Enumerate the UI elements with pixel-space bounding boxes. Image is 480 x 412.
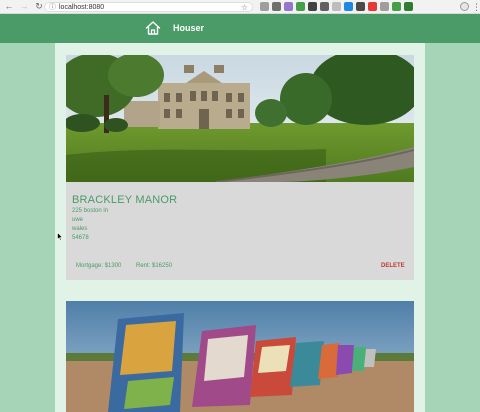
address-street: 225 boston ln xyxy=(72,208,109,214)
property-photo xyxy=(66,301,414,412)
delete-button[interactable]: DELETE xyxy=(381,263,405,270)
arrow-right-icon[interactable]: → xyxy=(18,1,30,13)
app-header: Houser xyxy=(0,14,480,43)
listing-title: BRACKLEY MANOR xyxy=(72,194,178,206)
info-icon[interactable]: ⓘ xyxy=(49,4,56,11)
listing-details: BRACKLEY MANOR 225 boston ln uwe wales 5… xyxy=(66,182,414,280)
extension-icon[interactable] xyxy=(308,2,317,11)
extension-icon[interactable] xyxy=(320,2,329,11)
extension-icon[interactable] xyxy=(344,2,353,11)
extensions-toolbar xyxy=(260,2,413,11)
home-icon[interactable] xyxy=(145,20,161,36)
extension-icon[interactable] xyxy=(272,2,281,11)
address-zip: 54678 xyxy=(72,235,89,241)
profile-icon[interactable] xyxy=(460,2,469,11)
mouse-cursor-icon xyxy=(57,232,63,241)
listing-card: BRACKLEY MANOR 225 boston ln uwe wales 5… xyxy=(66,55,414,280)
menu-icon[interactable]: ⋮ xyxy=(472,1,480,13)
extension-icon[interactable] xyxy=(380,2,389,11)
extension-icon[interactable] xyxy=(368,2,377,11)
address-state: wales xyxy=(72,226,88,232)
arrow-left-icon[interactable]: ← xyxy=(3,1,15,13)
extension-icon[interactable] xyxy=(260,2,269,11)
page-background: BRACKLEY MANOR 225 boston ln uwe wales 5… xyxy=(0,43,480,412)
extension-icon[interactable] xyxy=(296,2,305,11)
url-text: localhost:8080 xyxy=(59,3,105,11)
listings-column: BRACKLEY MANOR 225 boston ln uwe wales 5… xyxy=(55,43,425,412)
extension-icon[interactable] xyxy=(332,2,341,11)
extension-icon[interactable] xyxy=(356,2,365,11)
brand-title[interactable]: Houser xyxy=(173,23,204,34)
bookmark-star-icon[interactable]: ☆ xyxy=(241,3,248,13)
browser-toolbar: ← → ↻ ⓘ localhost:8080 ☆ ⋮ xyxy=(0,0,480,14)
address-bar[interactable]: ⓘ localhost:8080 ☆ xyxy=(44,2,253,12)
address-city: uwe xyxy=(72,217,84,223)
extension-icon[interactable] xyxy=(284,2,293,11)
property-photo xyxy=(66,55,414,182)
mortgage-amount: Mortgage: $1300 xyxy=(76,263,122,269)
rent-amount: Rent: $16250 xyxy=(136,263,173,269)
extension-icon[interactable] xyxy=(404,2,413,11)
extension-icon[interactable] xyxy=(392,2,401,11)
listing-card xyxy=(66,301,414,412)
